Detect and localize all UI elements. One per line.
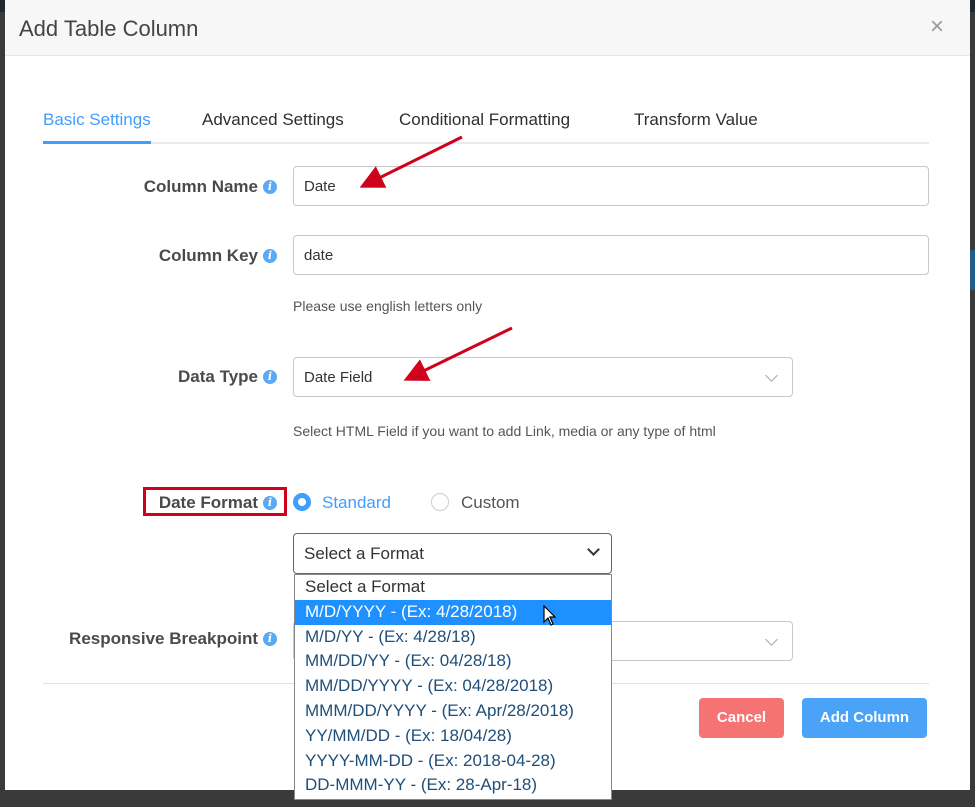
chevron-down-icon	[765, 369, 778, 382]
info-icon[interactable]: i	[263, 370, 277, 384]
tab-conditional-formatting[interactable]: Conditional Formatting	[399, 110, 570, 130]
radio-custom[interactable]	[431, 493, 449, 511]
data-type-select[interactable]: Date Field	[293, 357, 793, 397]
column-key-label: Column Key i	[45, 246, 277, 266]
format-option[interactable]: MM/DD/YYYY - (Ex: 04/28/2018)	[295, 674, 611, 699]
modal-header: Add Table Column ×	[5, 0, 970, 56]
info-icon[interactable]: i	[263, 180, 277, 194]
column-key-help: Please use english letters only	[293, 298, 483, 314]
format-option[interactable]: MM/DD/YY - (Ex: 04/28/18)	[295, 649, 611, 674]
info-icon[interactable]: i	[263, 249, 277, 263]
chevron-down-icon	[765, 633, 778, 646]
date-format-select[interactable]: Select a Format	[293, 533, 612, 574]
column-key-input[interactable]: date	[293, 235, 929, 275]
close-icon[interactable]: ×	[930, 14, 944, 40]
chevron-down-icon	[587, 543, 600, 556]
tab-basic-settings[interactable]: Basic Settings	[43, 110, 151, 130]
format-option[interactable]: YYYY-MM-DD - (Ex: 2018-04-28)	[295, 749, 611, 774]
add-table-column-modal: Add Table Column × Basic Settings Advanc…	[5, 0, 970, 800]
column-key-label-text: Column Key	[158, 246, 258, 265]
format-option[interactable]: M/D/YY - (Ex: 4/28/18)	[295, 625, 611, 650]
active-tab-indicator	[43, 141, 151, 144]
tab-advanced-settings[interactable]: Advanced Settings	[202, 110, 344, 130]
data-type-value: Date Field	[304, 369, 373, 386]
column-name-label: Column Name i	[45, 177, 277, 197]
date-format-dropdown: Select a Format M/D/YYYY - (Ex: 4/28/201…	[294, 574, 612, 800]
radio-custom-label[interactable]: Custom	[461, 493, 520, 513]
mouse-pointer-icon	[543, 605, 557, 626]
annotation-highlight-box	[143, 487, 287, 516]
info-icon[interactable]: i	[263, 632, 277, 646]
data-type-label-text: Data Type	[178, 367, 258, 386]
data-type-help: Select HTML Field if you want to add Lin…	[293, 423, 716, 439]
column-name-label-text: Column Name	[143, 177, 258, 196]
format-option[interactable]: DD-MMM-YY - (Ex: 28-Apr-18)	[295, 773, 611, 798]
data-type-label: Data Type i	[45, 367, 277, 387]
format-option[interactable]: M/D/YYYY - (Ex: 4/28/2018)	[295, 599, 611, 625]
radio-standard-label[interactable]: Standard	[322, 493, 391, 513]
format-option[interactable]: Select a Format	[295, 575, 611, 600]
format-option[interactable]: MMM/DD/YYYY - (Ex: Apr/28/2018)	[295, 699, 611, 724]
responsive-breakpoint-label-text: Responsive Breakpoint	[69, 629, 258, 648]
tab-transform-value[interactable]: Transform Value	[634, 110, 758, 130]
radio-standard[interactable]	[293, 493, 311, 511]
settings-tabs: Basic Settings Advanced Settings Conditi…	[43, 106, 929, 144]
column-name-input[interactable]: Date	[293, 166, 929, 206]
add-column-button[interactable]: Add Column	[802, 698, 927, 738]
cancel-button[interactable]: Cancel	[699, 698, 784, 738]
modal-title: Add Table Column	[19, 16, 199, 41]
format-option[interactable]: YY/MM/DD - (Ex: 18/04/28)	[295, 724, 611, 749]
responsive-breakpoint-label: Responsive Breakpoint i	[45, 629, 277, 649]
date-format-select-value: Select a Format	[304, 544, 424, 563]
